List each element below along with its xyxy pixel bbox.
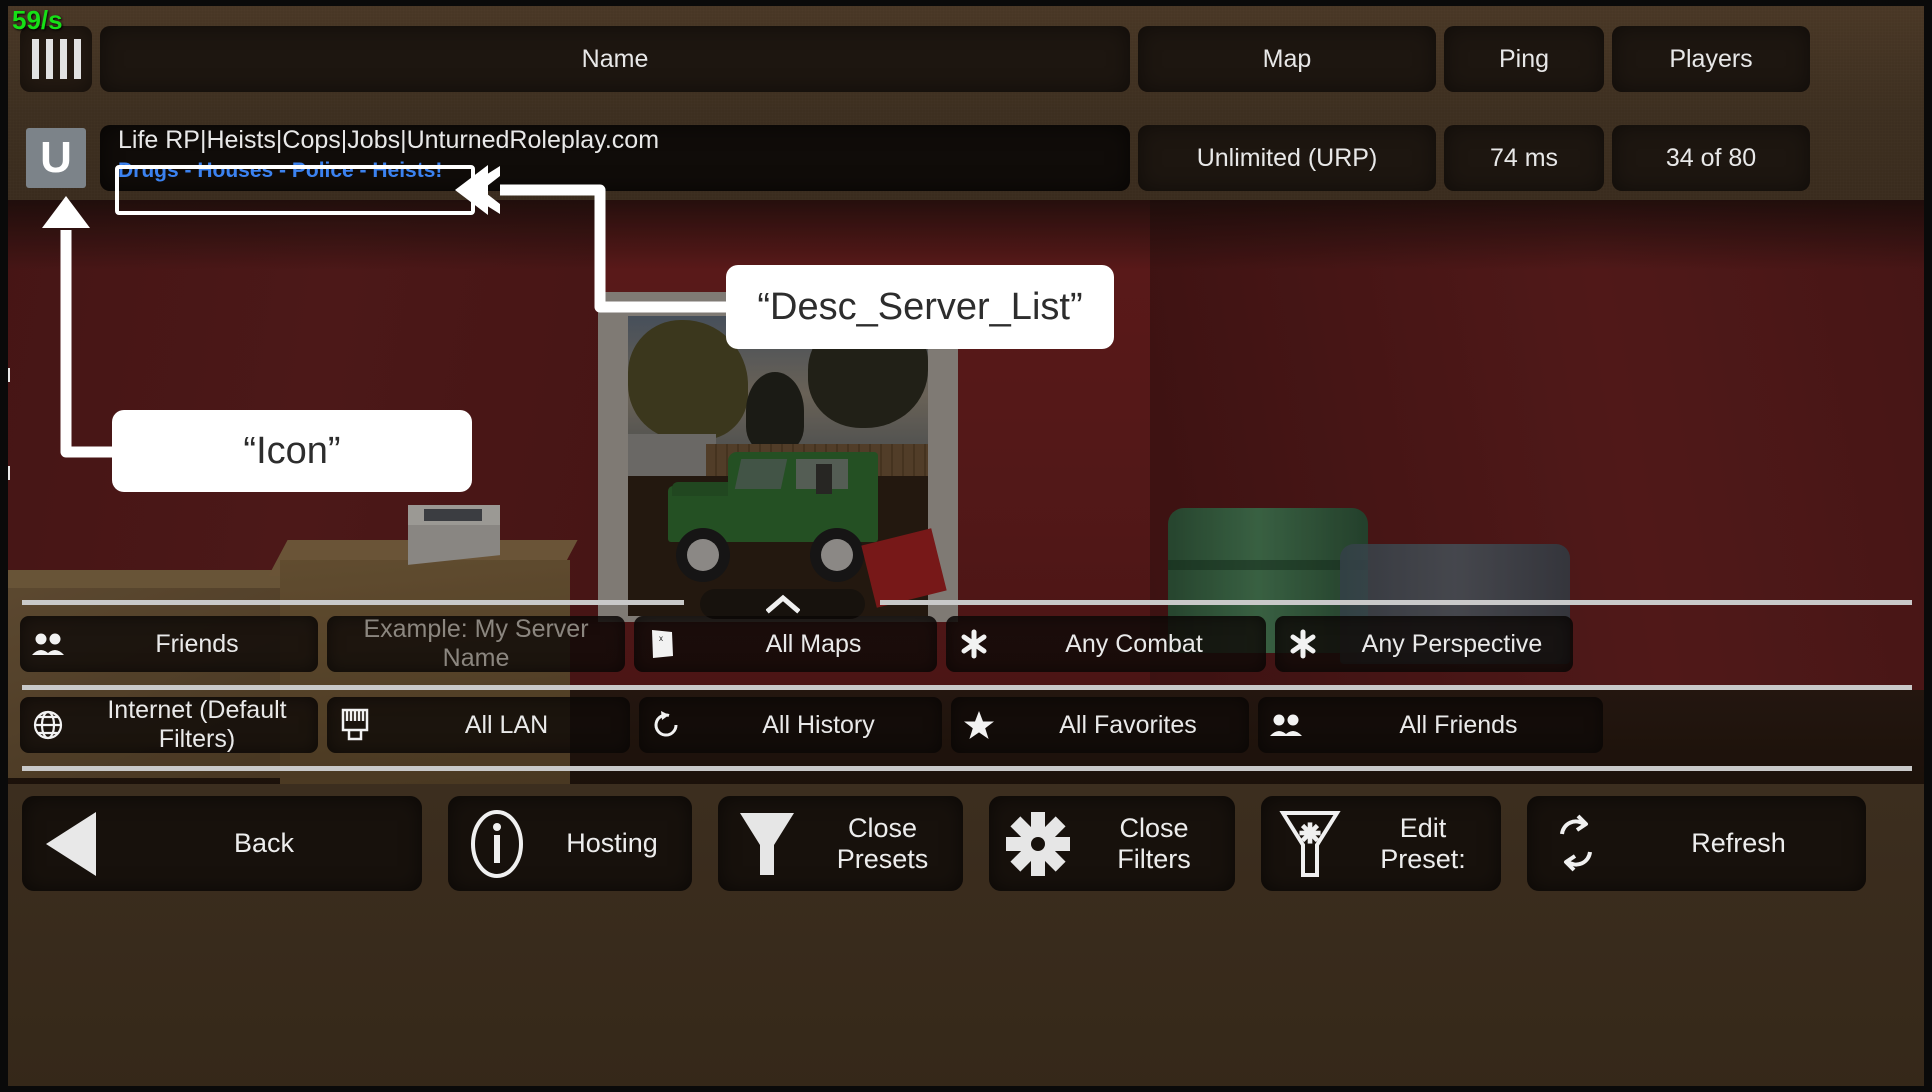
history-icon — [639, 709, 695, 741]
server-name-search-input[interactable]: Example: My Server Name — [327, 615, 625, 672]
filter-favorites-label: All Favorites — [1059, 710, 1197, 739]
close-presets-label: Close Presets — [836, 812, 929, 874]
back-button[interactable]: Back — [22, 796, 422, 891]
filter-friends-button[interactable]: Friends — [20, 616, 318, 672]
column-header-map[interactable]: Map — [1138, 26, 1436, 92]
funnel-gear-icon — [1261, 807, 1359, 881]
filter-internet-label: Internet (Default Filters) — [107, 696, 287, 753]
collapse-list-button[interactable] — [700, 589, 865, 619]
filter-favorites-button[interactable]: All Favorites — [951, 697, 1249, 753]
filter-internet-button[interactable]: Internet (Default Filters) — [20, 696, 318, 753]
friends-icon — [1258, 713, 1314, 737]
refresh-button-label: Refresh — [1691, 828, 1786, 859]
filter-combat-label: Any Combat — [1065, 629, 1203, 658]
server-players: 34 of 80 — [1665, 143, 1757, 172]
column-header-ping[interactable]: Ping — [1444, 26, 1604, 92]
game-window: Name Map Ping Players U Life RP|Heists|C… — [0, 0, 1932, 1092]
column-header-players[interactable]: Players — [1612, 26, 1810, 92]
divider-middle — [22, 685, 1912, 690]
divider-top-right — [880, 600, 1912, 605]
map-icon: x — [634, 628, 690, 660]
divider-bottom — [22, 766, 1912, 771]
filter-combat-button[interactable]: Any Combat — [946, 616, 1266, 672]
filter-friends-label: Friends — [155, 629, 239, 658]
server-icon-letter: U — [40, 133, 72, 182]
filter-history-button[interactable]: All History — [639, 697, 942, 753]
chevron-up-icon — [765, 594, 800, 614]
window-border-left — [0, 0, 8, 1092]
globe-icon — [20, 709, 76, 741]
window-border-right — [1924, 0, 1932, 1092]
filter-all-friends-label: All Friends — [1399, 710, 1518, 739]
toolbar-buttons: Back Hosting ClosePresets CloseFilters — [0, 796, 1932, 891]
window-border-top — [0, 0, 1932, 6]
column-header-ping-label: Ping — [1498, 44, 1550, 73]
hosting-button-label: Hosting — [566, 828, 658, 859]
columns-icon — [31, 39, 81, 79]
server-ping: 74 ms — [1489, 143, 1559, 172]
annotation-desc-server-list: “Desc_Server_List” — [726, 265, 1114, 349]
funnel-icon — [718, 807, 816, 881]
server-icon-cell: U — [20, 125, 92, 191]
filter-history-label: All History — [762, 710, 875, 739]
close-presets-button[interactable]: Close Presets — [718, 796, 963, 891]
edit-preset-label: Edit Preset: — [1380, 812, 1466, 874]
close-filters-button[interactable]: Close Filters — [989, 796, 1235, 891]
asterisk-icon — [946, 629, 1002, 659]
back-arrow-icon — [22, 808, 120, 880]
filter-maps-label: All Maps — [765, 629, 862, 658]
server-name: Life RP|Heists|Cops|Jobs|UnturnedRolepla… — [118, 126, 660, 154]
server-name-search-placeholder: Example: My Server Name — [363, 615, 589, 672]
column-header-map-label: Map — [1262, 44, 1312, 73]
info-icon — [448, 808, 546, 880]
back-button-label: Back — [233, 828, 295, 859]
edit-preset-button[interactable]: Edit Preset: — [1261, 796, 1501, 891]
filter-row-primary: Friends Example: My Server Name x All Ma… — [0, 615, 1932, 672]
window-border-bottom — [0, 1086, 1932, 1092]
annotation-icon: “Icon” — [112, 410, 472, 492]
friends-icon — [20, 632, 76, 656]
filter-lan-button[interactable]: All LAN — [327, 697, 630, 753]
close-filters-label: Close Filters — [1117, 812, 1191, 874]
annotation-desc-label: “Desc_Server_List” — [757, 285, 1083, 328]
server-players-cell: 34 of 80 — [1612, 125, 1810, 191]
filter-perspective-button[interactable]: Any Perspective — [1275, 616, 1573, 672]
server-list-header-row: Name Map Ping Players — [0, 26, 1932, 92]
hosting-button[interactable]: Hosting — [448, 796, 692, 891]
server-map: Unlimited (URP) — [1196, 143, 1378, 172]
server-icon: U — [26, 128, 86, 188]
filter-all-friends-button[interactable]: All Friends — [1258, 697, 1603, 753]
column-header-name-label: Name — [581, 44, 649, 73]
asterisk-icon — [1275, 629, 1331, 659]
refresh-button[interactable]: Refresh — [1527, 796, 1866, 891]
server-map-cell: Unlimited (URP) — [1138, 125, 1436, 191]
gear-icon — [989, 810, 1087, 878]
fps-counter: 59/s — [12, 5, 63, 35]
filter-lan-label: All LAN — [464, 710, 549, 739]
star-icon — [951, 710, 1007, 741]
annotation-icon-label: “Icon” — [243, 429, 341, 472]
svg-text:x: x — [659, 634, 663, 643]
column-header-name[interactable]: Name — [100, 26, 1130, 92]
filter-maps-button[interactable]: x All Maps — [634, 616, 937, 672]
filter-row-source: Internet (Default Filters) All LAN All H… — [0, 696, 1932, 753]
bottom-toolbar: Back Hosting ClosePresets CloseFilters — [0, 784, 1932, 1092]
annotation-highlight-description — [115, 165, 475, 215]
server-ping-cell: 74 ms — [1444, 125, 1604, 191]
refresh-icon — [1527, 808, 1625, 880]
column-header-players-label: Players — [1669, 44, 1753, 73]
divider-top-left — [22, 600, 684, 605]
filter-perspective-label: Any Perspective — [1361, 629, 1543, 658]
ethernet-icon — [327, 708, 383, 742]
